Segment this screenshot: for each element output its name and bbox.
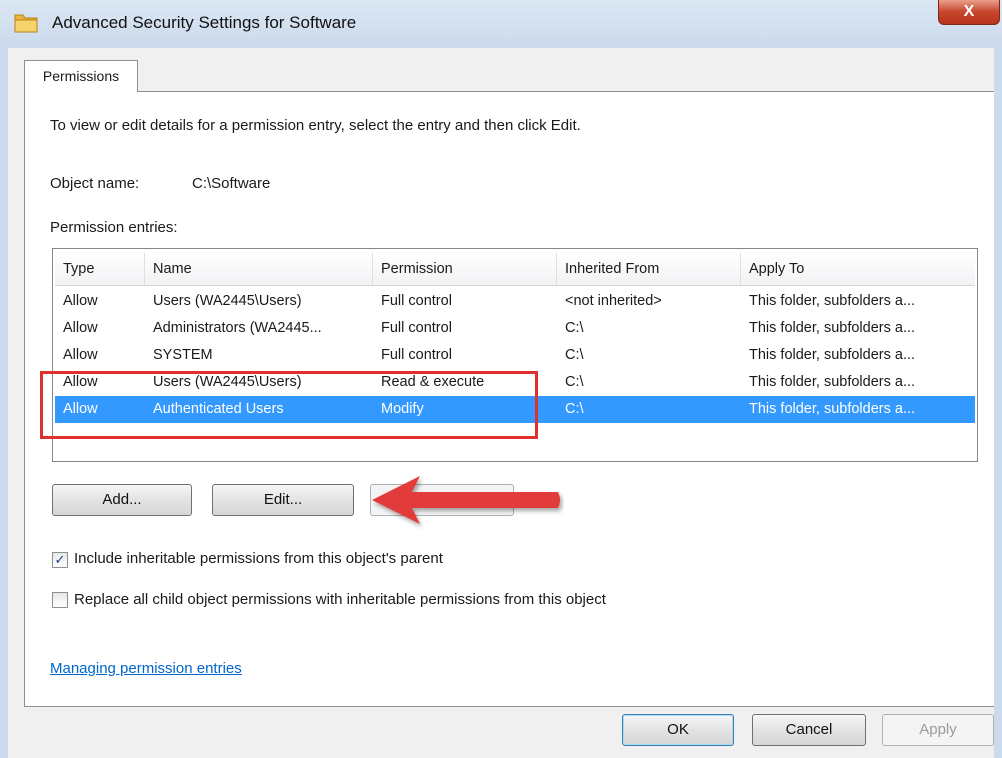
- add-button[interactable]: Add...: [52, 484, 192, 516]
- red-arrow-annotation: [372, 476, 560, 524]
- cell-apply-to: This folder, subfolders a...: [749, 374, 916, 390]
- window-title: Advanced Security Settings for Software: [52, 13, 357, 32]
- ok-button[interactable]: OK: [622, 714, 734, 746]
- cell-apply-to: This folder, subfolders a...: [749, 320, 916, 336]
- column-permission[interactable]: Permission: [373, 253, 557, 285]
- replace-child-permissions-label[interactable]: Replace all child object permissions wit…: [74, 591, 606, 608]
- cell-inherited-from: <not inherited>: [565, 293, 662, 309]
- tab-permissions[interactable]: Permissions: [24, 60, 138, 92]
- table-row[interactable]: Allow Users (WA2445\Users) Full control <no…: [55, 288, 975, 315]
- title-bar: Advanced Security Settings for Software …: [0, 0, 1002, 48]
- include-inheritable-label[interactable]: Include inheritable permissions from thi…: [74, 550, 443, 567]
- table-row[interactable]: Allow Administrators (WA2445... Full contr…: [55, 315, 975, 342]
- include-inheritable-checkbox[interactable]: ✓: [52, 552, 68, 568]
- cell-apply-to: This folder, subfolders a...: [749, 401, 916, 417]
- cell-name: Administrators (WA2445...: [153, 320, 322, 336]
- apply-button: Apply: [882, 714, 994, 746]
- cell-type: Allow: [63, 293, 98, 309]
- cell-name: Users (WA2445\Users): [153, 293, 302, 309]
- managing-permission-entries-link[interactable]: Managing permission entries: [50, 660, 242, 677]
- cell-permission: Full control: [381, 347, 452, 363]
- cell-apply-to: This folder, subfolders a...: [749, 293, 916, 309]
- cell-inherited-from: C:\: [565, 401, 584, 417]
- close-button[interactable]: X: [938, 0, 1000, 25]
- cell-apply-to: This folder, subfolders a...: [749, 347, 916, 363]
- cell-type: Allow: [63, 347, 98, 363]
- cancel-button[interactable]: Cancel: [752, 714, 866, 746]
- window-frame-left: [0, 48, 8, 758]
- folder-icon: [14, 14, 38, 33]
- edit-button[interactable]: Edit...: [212, 484, 354, 516]
- object-name-label: Object name:: [50, 175, 140, 192]
- cell-inherited-from: C:\: [565, 320, 584, 336]
- window-frame-right: [994, 48, 1002, 758]
- cell-type: Allow: [63, 320, 98, 336]
- cell-inherited-from: C:\: [565, 347, 584, 363]
- cell-permission: Full control: [381, 293, 452, 309]
- cell-inherited-from: C:\: [565, 374, 584, 390]
- cell-permission: Full control: [381, 320, 452, 336]
- cell-name: SYSTEM: [153, 347, 213, 363]
- instructions-text: To view or edit details for a permission…: [50, 117, 581, 134]
- highlight-annotation-box: [40, 371, 538, 439]
- column-inherited-from[interactable]: Inherited From: [557, 253, 741, 285]
- replace-child-permissions-checkbox[interactable]: [52, 592, 68, 608]
- column-apply-to[interactable]: Apply To: [741, 253, 975, 285]
- list-header: Type Name Permission Inherited From Appl…: [55, 253, 975, 286]
- table-row[interactable]: Allow SYSTEM Full control C:\ This folder, s…: [55, 342, 975, 369]
- column-name[interactable]: Name: [145, 253, 373, 285]
- object-name-value: C:\Software: [192, 175, 271, 192]
- column-type[interactable]: Type: [55, 253, 145, 285]
- permission-entries-label: Permission entries:: [50, 219, 178, 236]
